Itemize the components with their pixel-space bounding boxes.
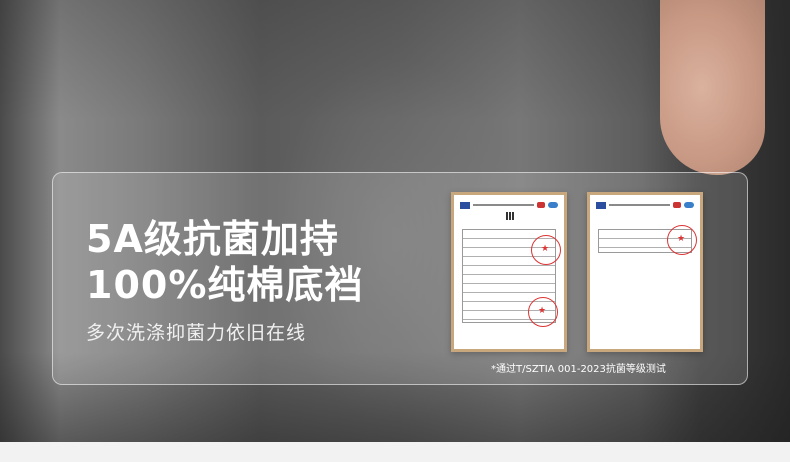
certificate-image-2: ★ (587, 192, 703, 352)
qr-code-icon (506, 212, 514, 220)
cma-mark-icon (537, 202, 545, 208)
cnas-mark-icon (684, 202, 694, 208)
certificate-caption: *通过T/SZTIA 001-2023抗菌等级测试 (491, 364, 666, 375)
headline-line-1: 5A级抗菌加持 (86, 217, 339, 261)
certificate-image-1: ★ ★ (451, 192, 567, 352)
certificate-logo-icon (596, 201, 606, 209)
product-banner: 5A级抗菌加持 100%纯棉底裆 多次洗涤抑菌力依旧在线 ★ ★ ★ *通过T/… (0, 0, 790, 462)
headline: 5A级抗菌加持 100%纯棉底裆 (86, 216, 363, 308)
seal-stamp-icon: ★ (528, 297, 558, 327)
certificate-header (596, 200, 694, 210)
seal-stamp-icon: ★ (531, 235, 561, 265)
certificate-logo-icon (460, 201, 470, 209)
bottom-strip (0, 442, 790, 462)
hand-image (660, 0, 765, 175)
certificate-header (460, 200, 558, 210)
cnas-mark-icon (548, 202, 558, 208)
subline: 多次洗涤抑菌力依旧在线 (86, 322, 307, 344)
headline-line-2: 100%纯棉底裆 (86, 263, 364, 307)
seal-stamp-icon: ★ (667, 225, 697, 255)
cma-mark-icon (673, 202, 681, 208)
